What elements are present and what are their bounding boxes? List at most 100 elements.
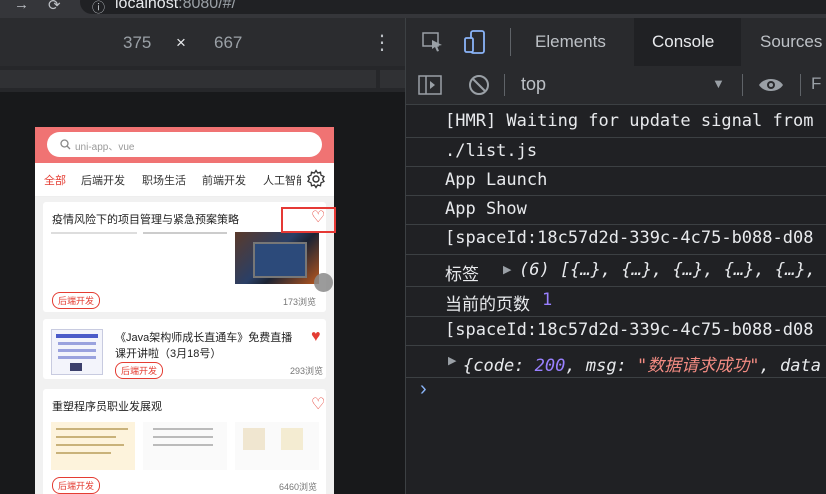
view-count: 173浏览 xyxy=(283,297,317,307)
thumbnail-graphic xyxy=(153,436,213,438)
article-title: 《Java架构师成长直通车》免费直播课开讲啦（3月18号） xyxy=(115,332,293,360)
console-toolbar: top ▼ F xyxy=(406,66,826,105)
category-tag: 后端开发 xyxy=(52,292,101,309)
thumbnail-graphic xyxy=(281,428,303,450)
category-tag: 后端开发 xyxy=(115,362,164,379)
ruler-segment xyxy=(380,70,405,88)
article-card[interactable]: 《Java架构师成长直通车》免费直播课开讲啦（3月18号） ♥ 后端开发 293… xyxy=(43,319,326,379)
thumbnail-graphic xyxy=(58,356,96,359)
log-separator xyxy=(406,166,826,167)
favorite-heart-icon[interactable]: ♡ xyxy=(311,397,325,413)
device-toggle-icon[interactable] xyxy=(464,30,486,54)
toolbar-separator xyxy=(800,74,801,96)
filter-input[interactable]: F xyxy=(811,74,821,94)
log-separator xyxy=(406,377,826,378)
category-tag: 后端开发 xyxy=(52,477,101,494)
media-query-bar xyxy=(0,66,405,92)
thumbnail-graphic xyxy=(153,444,213,446)
log-response-object[interactable]: {code: 200, msg: "数据请求成功", data xyxy=(463,351,821,376)
thumbnail-graphic xyxy=(56,444,124,446)
thumbnail-graphic xyxy=(56,334,98,338)
log-separator xyxy=(406,286,826,287)
log-app-launch: App Launch xyxy=(445,170,548,190)
app-header: uni-app、vue xyxy=(35,127,334,163)
clear-console-icon[interactable] xyxy=(468,74,490,96)
tab-frontend[interactable]: 前端开发 xyxy=(202,172,246,188)
mobile-app-screen: uni-app、vue 全部 后端开发 职场生活 前端开发 人工智能 疫情风险下… xyxy=(35,127,334,494)
sidebar-toggle-icon[interactable] xyxy=(418,75,442,95)
url-text: localhost:8080/#/ xyxy=(115,0,236,12)
log-tags-array[interactable]: (6) [{…}, {…}, {…}, {…}, {…}, xyxy=(519,260,816,280)
browser-top-bar: → ⟳ ⓘ localhost:8080/#/ xyxy=(0,0,826,18)
device-toolbar: 375 × 667 ⋮ xyxy=(0,18,405,67)
thumbnail-graphic xyxy=(153,428,213,430)
log-separator xyxy=(406,195,826,196)
view-count: 6460浏览 xyxy=(279,482,318,492)
gear-icon[interactable] xyxy=(306,169,326,189)
article-thumbnail xyxy=(143,422,227,470)
tab-sources[interactable]: Sources xyxy=(760,32,822,52)
search-placeholder: uni-app、vue xyxy=(75,142,135,153)
article-card[interactable]: 重塑程序员职业发展观 ♡ 后端开发 6460浏览 xyxy=(43,389,326,494)
view-count: 293浏览 xyxy=(290,366,324,376)
toolbar-separator xyxy=(742,74,743,96)
chevron-down-icon[interactable]: ▼ xyxy=(712,76,725,91)
touch-cursor xyxy=(314,273,333,292)
inspect-element-icon[interactable] xyxy=(422,32,444,52)
highlight-box xyxy=(281,207,336,233)
tab-all[interactable]: 全部 xyxy=(44,172,66,188)
tab-backend[interactable]: 后端开发 xyxy=(81,172,125,188)
log-hmr: [HMR] Waiting for update signal from xyxy=(445,111,814,131)
forward-icon[interactable]: → xyxy=(14,0,29,13)
log-separator xyxy=(406,316,826,317)
log-separator xyxy=(406,345,826,346)
search-icon xyxy=(60,139,71,150)
thumbnail-graphic xyxy=(56,428,128,430)
article-thumbnail xyxy=(51,329,103,375)
favorite-heart-filled-icon[interactable]: ♥ xyxy=(311,329,321,345)
log-list-js: ./list.js xyxy=(445,141,538,161)
expand-arrow-icon[interactable]: ▶ xyxy=(503,263,511,276)
more-options-icon[interactable]: ⋮ xyxy=(372,30,392,55)
dimension-separator: × xyxy=(176,33,186,52)
log-page-label: 当前的页数 xyxy=(445,295,530,314)
image-placeholder xyxy=(143,232,227,234)
thumbnail-graphic xyxy=(58,342,96,345)
live-expression-eye-icon[interactable] xyxy=(758,76,784,94)
reload-icon[interactable]: ⟳ xyxy=(48,0,61,14)
log-page-value: 1 xyxy=(542,290,553,310)
article-title: 疫情风险下的项目管理与紧急预案策略 xyxy=(52,214,239,226)
ruler-segment xyxy=(0,70,376,88)
thumbnail-graphic xyxy=(56,436,116,438)
tab-console[interactable]: Console xyxy=(652,32,714,52)
category-tabs: 全部 后端开发 职场生活 前端开发 人工智能 xyxy=(35,163,334,197)
article-title: 重塑程序员职业发展观 xyxy=(52,401,162,413)
toolbar-separator xyxy=(510,28,511,56)
site-info-icon[interactable]: ⓘ xyxy=(92,0,105,16)
toolbar-separator xyxy=(504,74,505,96)
thumbnail-graphic xyxy=(58,349,96,352)
log-app-show: App Show xyxy=(445,199,527,219)
log-space-id: [spaceId:18c57d2d-339c-4c75-b088-d08 xyxy=(445,228,814,248)
image-placeholder xyxy=(51,232,137,234)
article-thumbnail xyxy=(235,422,319,470)
log-separator xyxy=(406,137,826,138)
tab-career[interactable]: 职场生活 xyxy=(142,172,186,188)
log-space-id: [spaceId:18c57d2d-339c-4c75-b088-d08 xyxy=(445,320,814,340)
article-thumbnail xyxy=(235,232,319,284)
log-separator xyxy=(406,254,826,255)
tab-elements[interactable]: Elements xyxy=(535,32,606,52)
log-separator xyxy=(406,224,826,225)
console-prompt[interactable]: › xyxy=(420,378,427,401)
context-selector[interactable]: top xyxy=(521,74,546,95)
thumbnail-graphic xyxy=(70,363,82,371)
expand-arrow-icon[interactable]: ▶ xyxy=(448,354,456,367)
device-width[interactable]: 375 xyxy=(123,33,151,53)
search-input[interactable]: uni-app、vue xyxy=(47,132,322,157)
article-thumbnail xyxy=(51,422,135,470)
device-height[interactable]: 667 xyxy=(214,33,242,53)
tab-ai[interactable]: 人工智能 xyxy=(263,172,301,188)
laptop-screen-image xyxy=(253,242,307,278)
thumbnail-graphic xyxy=(56,452,111,454)
thumbnail-graphic xyxy=(243,428,265,450)
